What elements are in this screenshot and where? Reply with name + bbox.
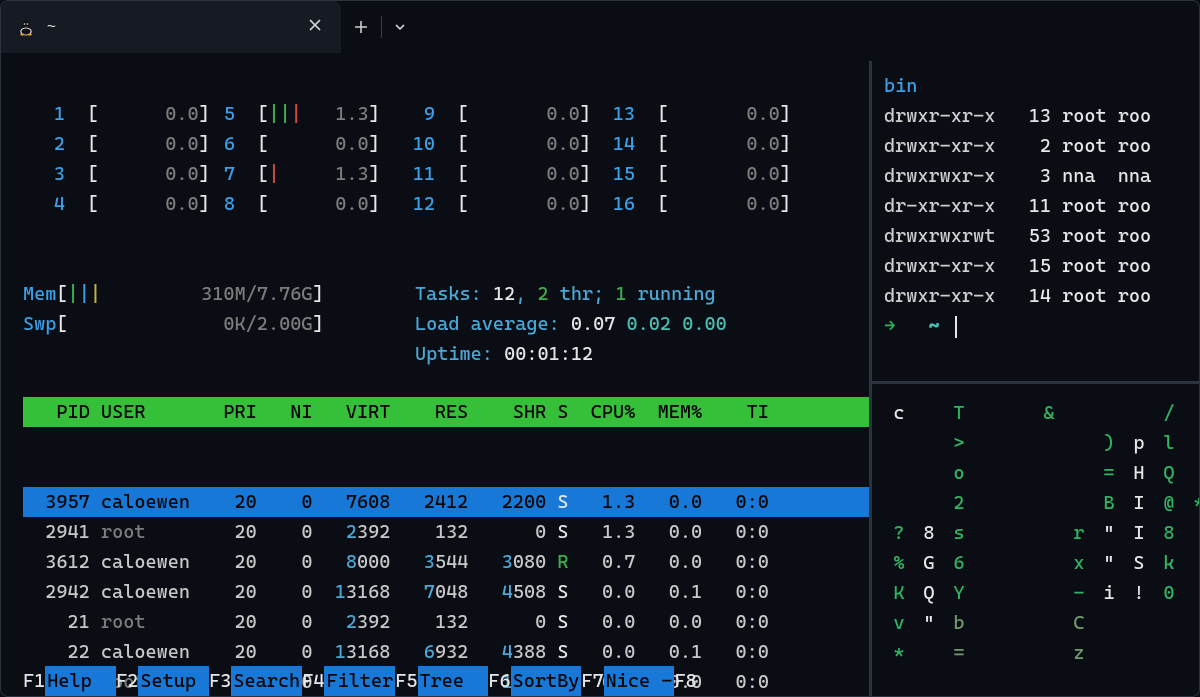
ls-row: drwxrwxrwt 53 root roo xyxy=(884,221,1200,251)
footer-action-setup[interactable]: Setup xyxy=(138,666,209,696)
pane-cmatrix[interactable]: c T & / ] > )pl 5 o =HQ BJ 2 BI@*NJ?8s r… xyxy=(872,384,1200,696)
cpu-meter-9: 9 [ 0.0] xyxy=(393,99,593,129)
footer-action-sortby[interactable]: SortBy xyxy=(511,666,582,696)
shell-prompt[interactable]: → ~ xyxy=(884,311,1200,341)
cpu-meter-11: 11 [ 0.0] xyxy=(393,159,593,189)
footer-help-bar[interactable]: F1Help F2Setup F3SearchF4FilterF5Tree F6… xyxy=(23,666,869,696)
cpu-meter-16: 16 [ 0.0] xyxy=(593,189,793,219)
ls-header: bin xyxy=(884,75,917,97)
footer-action-filter[interactable]: Filter xyxy=(324,666,395,696)
cpu-meter-5: 5 [||| 1.3] xyxy=(193,99,393,129)
matrix-row: v"b C xyxy=(884,608,1200,638)
footer-action-nice[interactable]: Nice - xyxy=(604,666,675,696)
cpu-meter-1: 1 [ 0.0] xyxy=(23,99,193,129)
cpu-meter-13: 13 [ 0.0] xyxy=(593,99,793,129)
cpu-meter-7: 7 [| 1.3] xyxy=(193,159,393,189)
meter-block: 1 [ 0.0] 2 [ 0.0] 3 [ 0.0] 4 [ 0.0] 5 [|… xyxy=(23,61,869,219)
cpu-meter-4: 4 [ 0.0] xyxy=(23,189,193,219)
close-icon xyxy=(309,19,321,31)
process-row[interactable]: 2942 caloewen 20 0 13168 7048 4508 S 0.0… xyxy=(23,577,869,607)
tab-close-button[interactable] xyxy=(303,8,327,46)
cursor xyxy=(955,316,957,338)
cpu-meter-8: 8 [ 0.0] xyxy=(193,189,393,219)
tab-active[interactable]: ~ xyxy=(1,1,341,53)
ls-row: drwxrwxr-x 3 nna nna xyxy=(884,161,1200,191)
footer-action-search[interactable]: Search xyxy=(231,666,302,696)
footer-action-help[interactable]: Help xyxy=(45,666,116,696)
new-tab-button[interactable] xyxy=(341,1,381,53)
footer-key: F1 xyxy=(23,670,45,692)
ls-row: dr-xr-xr-x 11 root roo xyxy=(884,191,1200,221)
cpu-meter-15: 15 [ 0.0] xyxy=(593,159,793,189)
process-row[interactable]: 3957 caloewen 20 0 7608 2412 2200 S 1.3 … xyxy=(23,487,869,517)
ls-row: drwxr-xr-x 15 root roo xyxy=(884,251,1200,281)
plus-icon xyxy=(354,20,368,34)
matrix-row: * = z # xyxy=(884,638,1200,668)
matrix-row: %G6 x"Sk " xyxy=(884,548,1200,578)
matrix-row: o =HQ BJ xyxy=(884,458,1200,488)
cpu-meter-6: 6 [ 0.0] xyxy=(193,129,393,159)
footer-action-tree[interactable]: Tree xyxy=(418,666,489,696)
tab-dropdown-button[interactable] xyxy=(382,1,418,53)
ls-row: drwxr-xr-x 2 root roo xyxy=(884,131,1200,161)
matrix-row: > )pl 5 xyxy=(884,428,1200,458)
cpu-meter-10: 10 [ 0.0] xyxy=(393,129,593,159)
cpu-meter-14: 14 [ 0.0] xyxy=(593,129,793,159)
matrix-row: c T & / ] xyxy=(884,398,1200,428)
tab-title: ~ xyxy=(47,12,291,42)
ls-row: drwxr-xr-x 14 root roo xyxy=(884,281,1200,311)
tux-icon xyxy=(17,18,35,36)
mem-swp-block: Mem[||| 310M/7.76G]Swp[ 0K/2.00G] xyxy=(23,279,324,339)
cpu-meter-column: 13 [ 0.0]14 [ 0.0]15 [ 0.0]16 [ 0.0] xyxy=(593,99,793,219)
footer-key: F7 xyxy=(581,670,603,692)
tabbar: ~ xyxy=(1,1,1199,53)
matrix-row: ?8s r"I8 i0 xyxy=(884,518,1200,548)
cpu-meter-2: 2 [ 0.0] xyxy=(23,129,193,159)
panes: 1 [ 0.0] 2 [ 0.0] 3 [ 0.0] 4 [ 0.0] 5 [|… xyxy=(1,61,1199,696)
matrix-row: KQY -i!0 xyxy=(884,578,1200,608)
ls-row: drwxr-xr-x 13 root roo xyxy=(884,101,1200,131)
process-header[interactable]: PID USER PRI NI VIRT RES SHR S CPU% MEM%… xyxy=(23,397,869,427)
process-row[interactable]: 21 root 20 0 2392 132 0 S 0.0 0.0 0:0 xyxy=(23,607,869,637)
cpu-meter-3: 3 [ 0.0] xyxy=(23,159,193,189)
process-table[interactable]: PID USER PRI NI VIRT RES SHR S CPU% MEM%… xyxy=(23,337,869,697)
cpu-meter-column: 9 [ 0.0]10 [ 0.0]11 [ 0.0]12 [ 0.0] xyxy=(393,99,593,219)
process-row[interactable]: 22 caloewen 20 0 13168 6932 4388 S 0.0 0… xyxy=(23,637,869,667)
pane-right: bin drwxr-xr-x 13 root roodrwxr-xr-x 2 ro… xyxy=(872,61,1200,696)
footer-key: F8 xyxy=(674,670,696,692)
footer-key: F4 xyxy=(302,670,324,692)
footer-key: F5 xyxy=(395,670,417,692)
process-row[interactable]: 3612 caloewen 20 0 8000 3544 3080 R 0.7 … xyxy=(23,547,869,577)
matrix-row: 2 BI@*NJ xyxy=(884,488,1200,518)
footer-key: F6 xyxy=(488,670,510,692)
cpu-meter-column: 5 [||| 1.3] 6 [ 0.0] 7 [| 1.3] 8 [ 0.0] xyxy=(193,99,393,219)
cpu-meter-column: 1 [ 0.0] 2 [ 0.0] 3 [ 0.0] 4 [ 0.0] xyxy=(23,99,193,219)
process-row[interactable]: 2941 root 20 0 2392 132 0 S 1.3 0.0 0:0 xyxy=(23,517,869,547)
footer-key: F3 xyxy=(209,670,231,692)
cpu-meter-12: 12 [ 0.0] xyxy=(393,189,593,219)
pane-ls[interactable]: bin drwxr-xr-x 13 root roodrwxr-xr-x 2 ro… xyxy=(872,61,1200,381)
footer-key: F2 xyxy=(116,670,138,692)
window-frame: ~ 1 [ 0.0] 2 [ 0.0] 3 [ 0.0] xyxy=(0,0,1200,697)
pane-htop[interactable]: 1 [ 0.0] 2 [ 0.0] 3 [ 0.0] 4 [ 0.0] 5 [|… xyxy=(1,61,869,696)
summary-block: Tasks: 12, 2 thr; 1 runningLoad average:… xyxy=(415,279,727,369)
chevron-down-icon xyxy=(394,21,406,33)
